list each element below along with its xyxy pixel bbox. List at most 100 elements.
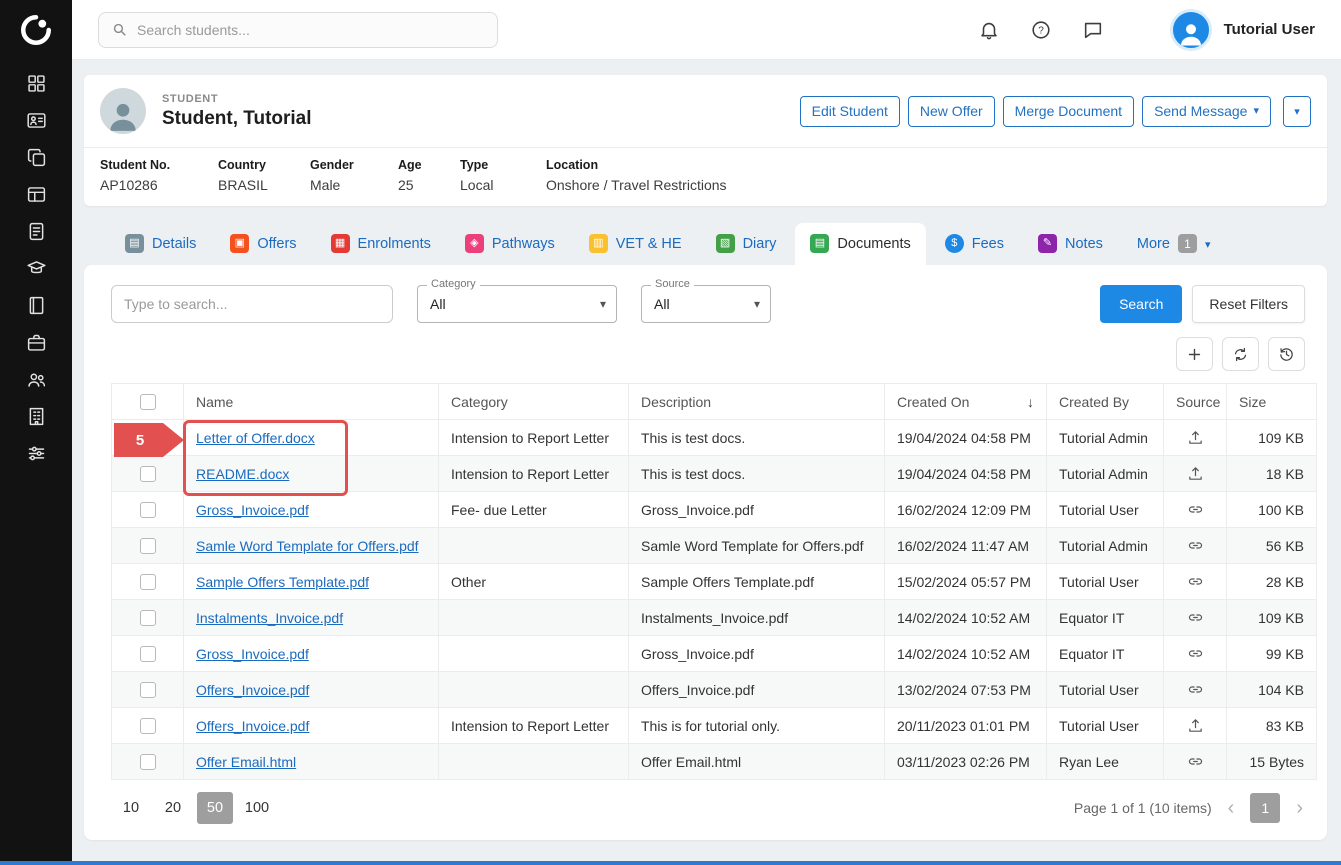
documents-icon[interactable]	[14, 143, 58, 171]
global-search[interactable]	[98, 12, 498, 48]
tab-label: Notes	[1065, 236, 1103, 252]
column-header-description[interactable]: Description	[629, 384, 885, 420]
dashboard-icon[interactable]	[14, 69, 58, 97]
tab-diary[interactable]: ▧Diary	[701, 223, 792, 265]
page-size-100-button[interactable]: 100	[239, 792, 275, 824]
chat-icon[interactable]	[1082, 19, 1104, 41]
table-row: Samle Word Template for Offers.pdf Samle…	[112, 528, 1317, 564]
more-actions-button[interactable]	[1283, 96, 1311, 127]
global-search-input[interactable]	[137, 22, 485, 38]
sort-desc-icon[interactable]	[1027, 394, 1034, 410]
settings-icon[interactable]	[14, 439, 58, 467]
vet-he-tab-icon: ▥	[589, 234, 608, 253]
table-row: Offers_Invoice.pdf Offers_Invoice.pdf 13…	[112, 672, 1317, 708]
courses-icon[interactable]	[14, 254, 58, 282]
tab-offers[interactable]: ▣Offers	[215, 223, 311, 265]
row-checkbox[interactable]	[140, 718, 156, 734]
table-search-input[interactable]	[111, 285, 393, 323]
tab-vet-he[interactable]: ▥VET & HE	[574, 223, 697, 265]
row-checkbox[interactable]	[140, 682, 156, 698]
tab-pathways[interactable]: ◈Pathways	[450, 223, 570, 265]
column-header-size[interactable]: Size	[1227, 384, 1317, 420]
description-cell: Samle Word Template for Offers.pdf	[629, 528, 885, 564]
tab-more[interactable]: More 1	[1122, 223, 1226, 265]
row-checkbox[interactable]	[140, 754, 156, 770]
description-cell: Instalments_Invoice.pdf	[629, 600, 885, 636]
invoices-icon[interactable]	[14, 217, 58, 245]
document-link[interactable]: Letter of Offer.docx	[196, 430, 315, 446]
select-all-checkbox[interactable]	[140, 394, 156, 410]
created-by-cell: Equator IT	[1047, 600, 1164, 636]
row-checkbox[interactable]	[140, 466, 156, 482]
column-header-created-by[interactable]: Created By	[1047, 384, 1164, 420]
next-page-button[interactable]	[1296, 798, 1303, 818]
table-row: Sample Offers Template.pdf Other Sample …	[112, 564, 1317, 600]
category-cell	[439, 528, 629, 564]
document-link[interactable]: Samle Word Template for Offers.pdf	[196, 538, 419, 554]
category-cell: Intension to Report Letter	[439, 420, 629, 456]
document-link[interactable]: Offers_Invoice.pdf	[196, 718, 309, 734]
refresh-button[interactable]	[1222, 337, 1259, 371]
size-cell: 104 KB	[1227, 672, 1317, 708]
tab-enrolments[interactable]: ▦Enrolments	[316, 223, 446, 265]
notifications-bell-icon[interactable]	[978, 19, 1000, 41]
history-button[interactable]	[1268, 337, 1305, 371]
row-checkbox[interactable]	[140, 502, 156, 518]
table-row: Offers_Invoice.pdf Intension to Report L…	[112, 708, 1317, 744]
info-country: CountryBRASIL	[218, 158, 310, 193]
column-header-category[interactable]: Category	[439, 384, 629, 420]
upload-icon	[1187, 465, 1204, 481]
category-cell	[439, 636, 629, 672]
contacts-icon[interactable]	[14, 106, 58, 134]
search-icon	[111, 21, 128, 38]
column-header-name[interactable]: Name	[184, 384, 439, 420]
row-checkbox[interactable]	[140, 610, 156, 626]
enrolments-tab-icon: ▦	[331, 234, 350, 253]
tab-details[interactable]: ▤Details	[110, 223, 211, 265]
document-link[interactable]: Gross_Invoice.pdf	[196, 502, 309, 518]
document-link[interactable]: Offer Email.html	[196, 754, 296, 770]
plus-icon	[1186, 346, 1203, 363]
page-size-50-button[interactable]: 50	[197, 792, 233, 824]
document-link[interactable]: Gross_Invoice.pdf	[196, 646, 309, 662]
category-select[interactable]: Category All	[417, 285, 617, 323]
row-checkbox[interactable]	[140, 538, 156, 554]
add-document-button[interactable]	[1176, 337, 1213, 371]
search-button[interactable]: Search	[1100, 285, 1182, 323]
new-offer-button[interactable]: New Offer	[908, 96, 995, 127]
column-header-created-on[interactable]: Created On	[885, 384, 1047, 420]
row-checkbox[interactable]	[140, 646, 156, 662]
student-header-card: STUDENT Student, Tutorial Edit StudentNe…	[84, 75, 1327, 206]
employers-icon[interactable]	[14, 328, 58, 356]
organisations-icon[interactable]	[14, 402, 58, 430]
tab-notes[interactable]: ✎Notes	[1023, 223, 1118, 265]
column-header-source[interactable]: Source	[1164, 384, 1227, 420]
document-link[interactable]: README.docx	[196, 466, 289, 482]
source-select[interactable]: Source All	[641, 285, 771, 323]
bottom-accent-bar	[0, 861, 1341, 865]
help-icon[interactable]: ?	[1030, 19, 1052, 41]
person-icon	[1176, 18, 1206, 48]
page-size-10-button[interactable]: 10	[113, 792, 149, 824]
merge-document-button[interactable]: Merge Document	[1003, 96, 1134, 127]
topbar: ? Tutorial User	[72, 0, 1341, 60]
edit-student-button[interactable]: Edit Student	[800, 96, 900, 127]
boards-icon[interactable]	[14, 180, 58, 208]
row-checkbox[interactable]	[140, 574, 156, 590]
previous-page-button[interactable]	[1228, 798, 1235, 818]
reset-filters-button[interactable]: Reset Filters	[1192, 285, 1305, 323]
document-link[interactable]: Offers_Invoice.pdf	[196, 682, 309, 698]
table-row: Letter of Offer.docx Intension to Report…	[112, 420, 1317, 456]
page-1-button[interactable]: 1	[1250, 793, 1280, 823]
document-link[interactable]: Sample Offers Template.pdf	[196, 574, 369, 590]
page-size-20-button[interactable]: 20	[155, 792, 191, 824]
document-link[interactable]: Instalments_Invoice.pdf	[196, 610, 343, 626]
app-logo[interactable]	[0, 0, 72, 60]
user-menu[interactable]: Tutorial User	[1170, 9, 1315, 51]
send-message-button[interactable]: Send Message	[1142, 96, 1271, 127]
tab-fees[interactable]: $Fees	[930, 223, 1019, 265]
agents-icon[interactable]	[14, 365, 58, 393]
student-actions: Edit Student New Offer Merge Document Send …	[800, 96, 1311, 127]
library-icon[interactable]	[14, 291, 58, 319]
tab-documents[interactable]: ▤Documents	[795, 223, 925, 265]
